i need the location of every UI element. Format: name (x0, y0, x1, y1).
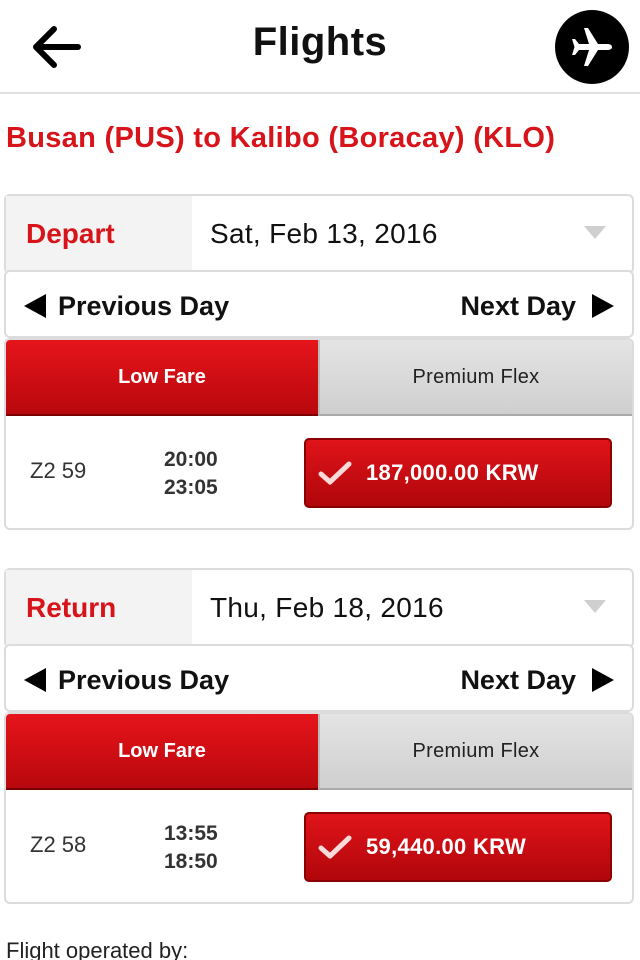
departure-time: 13:55 (164, 822, 218, 845)
operated-by-label: Flight operated by: (6, 938, 189, 960)
triangle-right-icon (592, 294, 614, 318)
flight-times: 20:00 23:05 (164, 446, 218, 502)
return-fare-tabs: Low Fare Premium Flex (6, 714, 632, 790)
select-fare-button[interactable]: 187,000.00 KRW (304, 438, 612, 508)
return-date-card: Return Thu, Feb 18, 2016 (4, 568, 634, 648)
tab-premium-flex[interactable]: Premium Flex (318, 714, 632, 790)
depart-date-value: Sat, Feb 13, 2016 (210, 218, 438, 249)
return-fares-card: Low Fare Premium Flex Z2 58 13:55 18:50 … (4, 712, 634, 904)
flight-status-button[interactable] (555, 10, 629, 84)
depart-date-select[interactable]: Sat, Feb 13, 2016 (192, 196, 632, 272)
depart-fare-tabs: Low Fare Premium Flex (6, 340, 632, 416)
return-previous-day-button[interactable]: Previous Day (24, 665, 229, 696)
checkmark-icon (318, 461, 352, 485)
triangle-left-icon (24, 668, 46, 692)
top-bar: Flights (0, 0, 640, 94)
checkmark-icon (318, 835, 352, 859)
return-date-select[interactable]: Thu, Feb 18, 2016 (192, 570, 632, 646)
airplane-icon (572, 28, 612, 66)
triangle-right-icon (592, 668, 614, 692)
arrival-time: 18:50 (164, 850, 218, 873)
route-title: Busan (PUS) to Kalibo (Boracay) (KLO) (6, 122, 556, 154)
triangle-left-icon (24, 294, 46, 318)
departure-time: 20:00 (164, 448, 218, 471)
depart-date-row: Depart Sat, Feb 13, 2016 (6, 196, 632, 272)
arrival-time: 23:05 (164, 476, 218, 499)
depart-date-card: Depart Sat, Feb 13, 2016 (4, 194, 634, 274)
return-label: Return (6, 570, 192, 646)
next-day-label: Next Day (460, 664, 576, 695)
return-flight-row: Z2 58 13:55 18:50 59,440.00 KRW (6, 790, 632, 902)
depart-next-day-button[interactable]: Next Day (460, 291, 614, 322)
flight-number: Z2 58 (30, 832, 87, 857)
fare-price: 187,000.00 KRW (366, 460, 539, 485)
return-next-day-button[interactable]: Next Day (460, 665, 614, 696)
flight-number: Z2 59 (30, 458, 87, 483)
flight-times: 13:55 18:50 (164, 820, 218, 876)
tab-low-fare[interactable]: Low Fare (6, 340, 318, 416)
depart-label: Depart (6, 196, 192, 272)
tab-premium-flex[interactable]: Premium Flex (318, 340, 632, 416)
depart-fares-card: Low Fare Premium Flex Z2 59 20:00 23:05 … (4, 338, 634, 530)
return-date-row: Return Thu, Feb 18, 2016 (6, 570, 632, 646)
depart-day-nav: Previous Day Next Day (4, 270, 634, 338)
previous-day-label: Previous Day (58, 664, 230, 695)
select-fare-button[interactable]: 59,440.00 KRW (304, 812, 612, 882)
depart-previous-day-button[interactable]: Previous Day (24, 291, 229, 322)
previous-day-label: Previous Day (58, 290, 230, 321)
return-date-value: Thu, Feb 18, 2016 (210, 592, 444, 623)
next-day-label: Next Day (460, 290, 576, 321)
dropdown-caret-icon (584, 226, 606, 239)
fare-price: 59,440.00 KRW (366, 834, 527, 859)
page-title: Flights (252, 20, 388, 64)
return-day-nav: Previous Day Next Day (4, 644, 634, 712)
tab-low-fare[interactable]: Low Fare (6, 714, 318, 790)
dropdown-caret-icon (584, 600, 606, 613)
depart-flight-row: Z2 59 20:00 23:05 187,000.00 KRW (6, 416, 632, 528)
